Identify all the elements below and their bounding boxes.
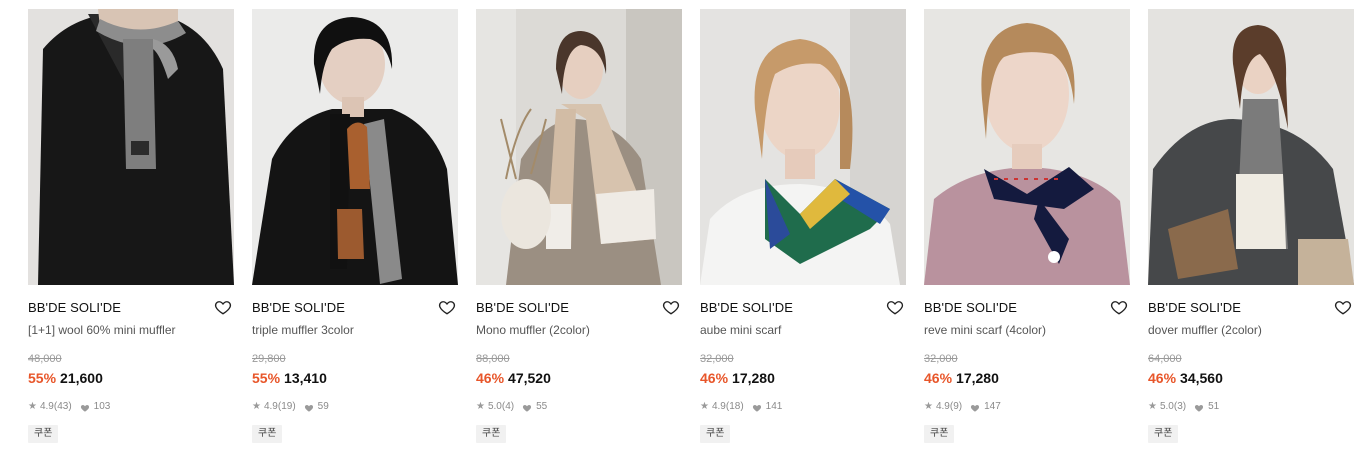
review-count: (43) <box>53 401 72 412</box>
sale-price: 13,410 <box>284 370 327 386</box>
star-icon: ★ <box>28 401 37 412</box>
wishlist-heart-icon[interactable] <box>1110 298 1128 316</box>
product-card[interactable]: BB'DE SOLI'DE aube mini scarf 32,000 46%… <box>700 9 906 443</box>
product-name[interactable]: [1+1] wool 60% mini muffler <box>28 322 234 340</box>
product-image[interactable] <box>252 9 458 285</box>
product-name[interactable]: triple muffler 3color <box>252 322 458 340</box>
product-image[interactable] <box>924 9 1130 285</box>
brand-name[interactable]: BB'DE SOLI'DE <box>1148 300 1354 316</box>
product-name[interactable]: reve mini scarf (4color) <box>924 322 1130 340</box>
likes-heart-icon <box>1195 404 1204 412</box>
review-count: (18) <box>725 401 744 412</box>
product-card[interactable]: BB'DE SOLI'DE triple muffler 3color 29,8… <box>252 9 458 443</box>
star-icon: ★ <box>1148 401 1157 412</box>
likes-heart-icon <box>523 404 532 412</box>
rating-value: 5.0 <box>1159 401 1174 412</box>
likes-heart-icon <box>971 404 980 412</box>
sale-price: 17,280 <box>732 370 775 386</box>
rating-value: 4.9 <box>39 401 54 412</box>
review-count: (3) <box>1173 401 1187 412</box>
product-meta: ★ 4.9 (43) 103 <box>28 401 234 413</box>
product-grid: BB'DE SOLI'DE [1+1] wool 60% mini muffle… <box>0 0 1361 461</box>
wishlist-heart-icon[interactable] <box>214 298 232 316</box>
product-image[interactable] <box>1148 9 1354 285</box>
rating-value: 4.9 <box>263 401 278 412</box>
discount-rate: 46% <box>924 370 953 386</box>
brand-name[interactable]: BB'DE SOLI'DE <box>476 300 682 316</box>
product-name[interactable]: Mono muffler (2color) <box>476 322 682 340</box>
original-price: 48,000 <box>28 353 62 365</box>
product-meta: ★ 4.9 (19) 59 <box>252 401 458 413</box>
coupon-badge: 쿠폰 <box>28 425 59 443</box>
product-name[interactable]: dover muffler (2color) <box>1148 322 1354 340</box>
wishlist-heart-icon[interactable] <box>438 298 456 316</box>
coupon-badge: 쿠폰 <box>476 425 507 443</box>
product-meta: ★ 4.9 (18) 141 <box>700 401 906 413</box>
original-price: 29,800 <box>252 353 286 365</box>
product-name[interactable]: aube mini scarf <box>700 322 906 340</box>
star-icon: ★ <box>700 401 709 412</box>
brand-name[interactable]: BB'DE SOLI'DE <box>700 300 906 316</box>
discount-rate: 55% <box>28 370 57 386</box>
wishlist-heart-icon[interactable] <box>886 298 904 316</box>
sale-price: 17,280 <box>956 370 999 386</box>
product-meta: ★ 5.0 (3) 51 <box>1148 401 1354 413</box>
product-image[interactable] <box>476 9 682 285</box>
review-count: (19) <box>277 401 296 412</box>
original-price: 88,000 <box>476 353 510 365</box>
coupon-badge: 쿠폰 <box>700 425 731 443</box>
brand-name[interactable]: BB'DE SOLI'DE <box>924 300 1130 316</box>
star-icon: ★ <box>924 401 933 412</box>
discount-rate: 46% <box>1148 370 1177 386</box>
product-meta: ★ 4.9 (9) 147 <box>924 401 1130 413</box>
wishlist-heart-icon[interactable] <box>662 298 680 316</box>
product-card[interactable]: BB'DE SOLI'DE reve mini scarf (4color) 3… <box>924 9 1130 443</box>
star-icon: ★ <box>476 401 485 412</box>
product-card[interactable]: BB'DE SOLI'DE Mono muffler (2color) 88,0… <box>476 9 682 443</box>
likes-count: 59 <box>317 401 329 412</box>
brand-name[interactable]: BB'DE SOLI'DE <box>252 300 458 316</box>
coupon-badge: 쿠폰 <box>1148 425 1179 443</box>
likes-count: 55 <box>536 401 548 412</box>
brand-name[interactable]: BB'DE SOLI'DE <box>28 300 234 316</box>
likes-count: 51 <box>1208 401 1220 412</box>
rating-value: 4.9 <box>711 401 726 412</box>
likes-heart-icon <box>304 404 313 412</box>
product-image[interactable] <box>700 9 906 285</box>
product-card[interactable]: BB'DE SOLI'DE dover muffler (2color) 64,… <box>1148 9 1354 443</box>
coupon-badge: 쿠폰 <box>252 425 283 443</box>
coupon-badge: 쿠폰 <box>924 425 955 443</box>
review-count: (9) <box>949 401 963 412</box>
discount-rate: 46% <box>700 370 729 386</box>
sale-price: 47,520 <box>508 370 551 386</box>
discount-rate: 55% <box>252 370 281 386</box>
likes-heart-icon <box>80 404 89 412</box>
discount-rate: 46% <box>476 370 505 386</box>
likes-count: 141 <box>765 401 783 412</box>
rating-value: 4.9 <box>935 401 950 412</box>
sale-price: 21,600 <box>60 370 103 386</box>
star-icon: ★ <box>252 401 261 412</box>
sale-price: 34,560 <box>1180 370 1223 386</box>
original-price: 64,000 <box>1148 353 1182 365</box>
likes-heart-icon <box>752 404 761 412</box>
product-meta: ★ 5.0 (4) 55 <box>476 401 682 413</box>
rating-value: 5.0 <box>487 401 502 412</box>
original-price: 32,000 <box>700 353 734 365</box>
likes-count: 103 <box>93 401 111 412</box>
product-image[interactable] <box>28 9 234 285</box>
wishlist-heart-icon[interactable] <box>1334 298 1352 316</box>
original-price: 32,000 <box>924 353 958 365</box>
product-card[interactable]: BB'DE SOLI'DE [1+1] wool 60% mini muffle… <box>28 9 234 443</box>
review-count: (4) <box>501 401 515 412</box>
likes-count: 147 <box>984 401 1001 412</box>
